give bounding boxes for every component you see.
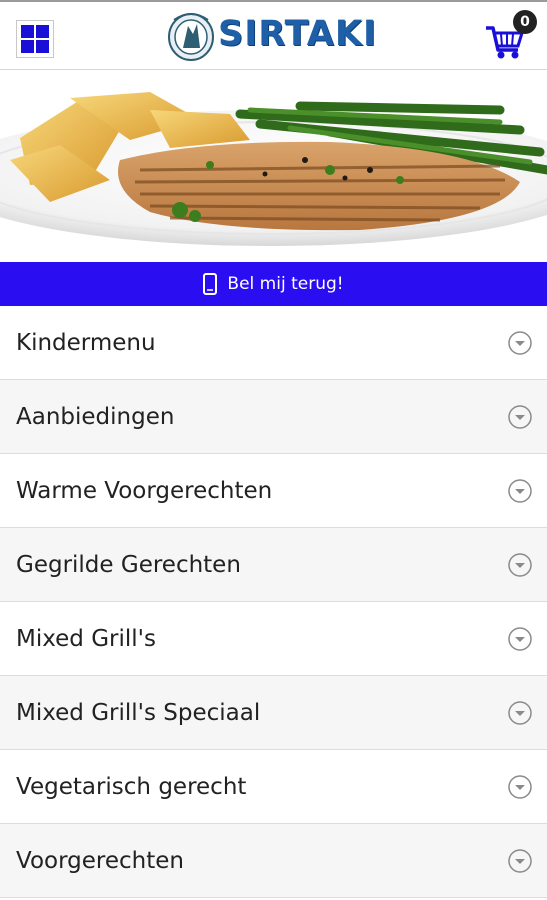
menu-item-vegetarisch-gerecht[interactable]: Vegetarisch gerecht (0, 750, 547, 824)
app-header: SIRTAKI 0 (0, 0, 547, 70)
logo-emblem-icon (168, 13, 214, 61)
menu-item-label: Mixed Grill's (16, 625, 156, 652)
grilled-chicken-plate-image (0, 92, 547, 246)
menu-item-label: Mixed Grill's Speciaal (16, 699, 261, 726)
chevron-down-icon (508, 626, 532, 651)
chevron-down-icon (508, 552, 532, 577)
menu-item-label: Vegetarisch gerecht (16, 773, 247, 800)
menu-item-label: Aanbiedingen (16, 403, 175, 430)
menu-item-gegrilde-gerechten[interactable]: Gegrilde Gerechten (0, 528, 547, 602)
chevron-down-icon (508, 774, 532, 799)
chevron-down-icon (508, 848, 532, 873)
menu-item-aanbiedingen[interactable]: Aanbiedingen (0, 380, 547, 454)
phone-icon (203, 273, 218, 295)
chevron-down-icon (508, 700, 532, 725)
menu-grid-button[interactable] (16, 20, 54, 58)
callback-label: Bel mij terug! (227, 274, 344, 294)
menu-item-label: Kindermenu (16, 329, 156, 356)
brand-name: SIRTAKI (218, 14, 377, 54)
category-menu: Kindermenu Aanbiedingen Warme Voorgerech… (0, 306, 547, 898)
cart-count-badge: 0 (513, 10, 537, 34)
menu-item-mixed-grills[interactable]: Mixed Grill's (0, 602, 547, 676)
brand-logo[interactable]: SIRTAKI (166, 10, 382, 66)
menu-item-label: Voorgerechten (16, 847, 184, 874)
chevron-down-icon (508, 404, 532, 429)
menu-item-label: Warme Voorgerechten (16, 477, 273, 504)
callback-button[interactable]: Bel mij terug! (0, 262, 547, 306)
grid-icon (21, 25, 49, 53)
menu-item-voorgerechten[interactable]: Voorgerechten (0, 824, 547, 898)
menu-item-warme-voorgerechten[interactable]: Warme Voorgerechten (0, 454, 547, 528)
menu-item-label: Gegrilde Gerechten (16, 551, 241, 578)
chevron-down-icon (508, 478, 532, 503)
menu-item-mixed-grills-speciaal[interactable]: Mixed Grill's Speciaal (0, 676, 547, 750)
chevron-down-icon (508, 330, 532, 355)
menu-item-kindermenu[interactable]: Kindermenu (0, 306, 547, 380)
hero-food-image (0, 70, 547, 262)
